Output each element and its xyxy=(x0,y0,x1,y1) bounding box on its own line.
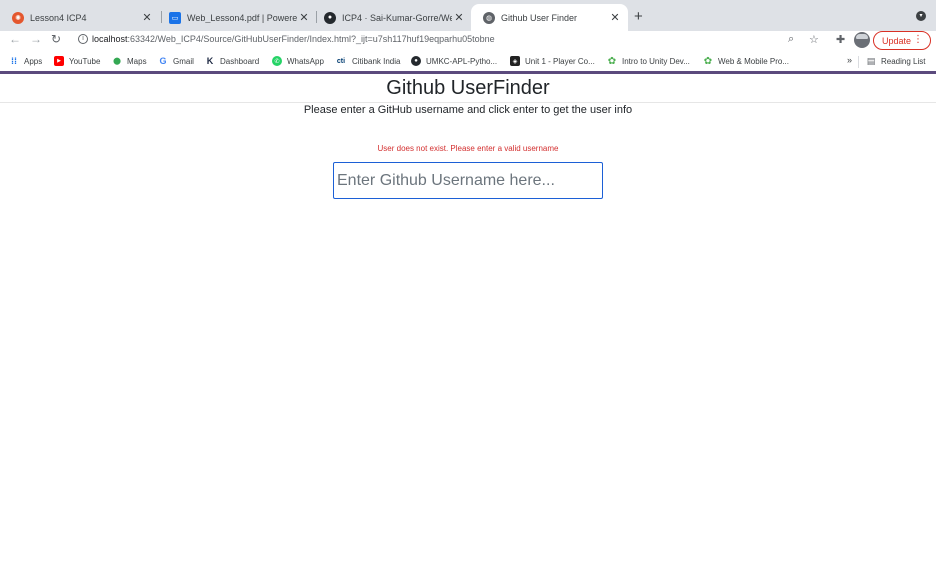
maps-pin-icon: ⬤ xyxy=(113,58,121,65)
reading-list-button[interactable]: ▤ Reading List xyxy=(866,55,926,66)
page-title: Github UserFinder xyxy=(386,77,550,99)
globe-icon: ◍ xyxy=(483,11,495,24)
back-arrow-icon[interactable]: ← xyxy=(9,32,21,46)
bookmark-label: Citibank India xyxy=(352,56,401,66)
bookmark-label: Web & Mobile Pro... xyxy=(718,56,789,66)
bookmark-label: Dashboard xyxy=(220,56,260,66)
tab-lesson4[interactable]: ✺ Lesson4 ICP4 ✕ xyxy=(0,4,160,31)
tab-title: Lesson4 ICP4 xyxy=(30,12,87,23)
bookmark-intro-unity[interactable]: ✿ Intro to Unity Dev... xyxy=(607,55,690,67)
tab-pdf[interactable]: ▭ Web_Lesson4.pdf | Powered b ✕ xyxy=(157,4,317,31)
github-icon: ● xyxy=(324,11,336,24)
bookmarks-separator xyxy=(858,56,859,68)
bookmark-gmail[interactable]: G Gmail xyxy=(158,56,194,66)
extensions-puzzle-icon[interactable]: ✚ xyxy=(836,33,845,46)
pdf-viewer-icon: ▭ xyxy=(169,11,181,24)
avatar-hat xyxy=(856,34,868,39)
page-header: Github UserFinder xyxy=(0,74,936,103)
bookmark-youtube[interactable]: ▶ YouTube xyxy=(54,56,100,66)
apps-grid-icon: ⁞⁞ xyxy=(11,56,17,66)
tab-github-repo[interactable]: ● ICP4 · Sai-Kumar-Gorre/Web-a ✕ xyxy=(312,4,472,31)
address-bar[interactable]: i localhost:63342/Web_ICP4/Source/GitHub… xyxy=(72,31,862,51)
close-icon[interactable]: ✕ xyxy=(608,11,622,24)
canvas-icon: ✺ xyxy=(12,11,24,24)
unity-learn-icon: ✿ xyxy=(703,55,713,67)
tab-title: Web_Lesson4.pdf | Powered b xyxy=(187,12,297,23)
instruction-text: Please enter a GitHub username and click… xyxy=(303,104,633,116)
bookmark-label: WhatsApp xyxy=(287,56,324,66)
update-label: Update xyxy=(882,35,912,46)
github-icon: ● xyxy=(411,56,421,66)
reload-icon[interactable]: ↻ xyxy=(51,32,61,46)
url-text[interactable]: localhost:63342/Web_ICP4/Source/GitHubUs… xyxy=(92,34,495,44)
tab-search-chevron-icon[interactable]: ▾ xyxy=(916,11,926,21)
zoom-search-icon[interactable]: ⌕ xyxy=(788,33,794,46)
youtube-icon: ▶ xyxy=(54,56,64,66)
browser-toolbar: ← → ↻ i localhost:63342/Web_ICP4/Source/… xyxy=(0,31,936,52)
tab-title: ICP4 · Sai-Kumar-Gorre/Web-a xyxy=(342,12,452,23)
reading-list-label: Reading List xyxy=(881,56,926,66)
tab-strip: ✺ Lesson4 ICP4 ✕ ▭ Web_Lesson4.pdf | Pow… xyxy=(0,0,936,31)
more-bookmarks-chevron-icon[interactable]: » xyxy=(847,55,852,65)
bookmark-unit1[interactable]: ◈ Unit 1 - Player Co... xyxy=(510,56,595,66)
update-button[interactable]: Update ⋮ xyxy=(873,31,931,50)
more-vertical-icon[interactable]: ⋮ xyxy=(913,34,923,45)
dashboard-icon: K xyxy=(206,56,214,66)
new-tab-plus-icon[interactable]: + xyxy=(634,8,643,25)
bookmark-web-mobile[interactable]: ✿ Web & Mobile Pro... xyxy=(703,55,789,67)
bookmark-label: Unit 1 - Player Co... xyxy=(525,56,595,66)
bookmark-maps[interactable]: ⬤ Maps xyxy=(112,56,147,66)
unity-learn-icon: ✿ xyxy=(607,55,617,67)
bookmark-label: Maps xyxy=(127,56,147,66)
close-icon[interactable]: ✕ xyxy=(140,11,154,24)
citi-icon: cti xyxy=(336,57,346,65)
site-info-icon[interactable]: i xyxy=(78,34,88,44)
close-icon[interactable]: ✕ xyxy=(452,11,466,24)
bookmarks-bar: ⁞⁞ Apps ▶ YouTube ⬤ Maps G Gmail K Dashb… xyxy=(0,52,936,71)
error-message: User does not exist. Please enter a vali… xyxy=(377,144,559,153)
bookmark-label: Intro to Unity Dev... xyxy=(622,56,690,66)
page-content: Github UserFinder Please enter a GitHub … xyxy=(0,74,936,586)
profile-avatar[interactable] xyxy=(854,32,870,48)
bookmark-citibank[interactable]: cti Citibank India xyxy=(335,56,401,66)
bookmark-whatsapp[interactable]: ✆ WhatsApp xyxy=(272,56,324,66)
forward-arrow-icon[interactable]: → xyxy=(30,32,42,46)
bookmark-umkc-github[interactable]: ● UMKC-APL-Pytho... xyxy=(411,56,497,66)
bookmark-apps[interactable]: ⁞⁞ Apps xyxy=(9,56,42,66)
tab-title: Github User Finder xyxy=(501,12,578,23)
bookmark-star-icon[interactable]: ☆ xyxy=(809,33,819,46)
bookmark-label: UMKC-APL-Pytho... xyxy=(426,56,498,66)
reading-list-icon: ▤ xyxy=(866,55,876,66)
url-path: :63342/Web_ICP4/Source/GitHubUserFinder/… xyxy=(127,34,495,44)
url-host: localhost xyxy=(92,34,128,44)
bookmark-label: Apps xyxy=(24,56,43,66)
bookmark-label: Gmail xyxy=(173,56,194,66)
close-icon[interactable]: ✕ xyxy=(297,11,311,24)
bookmark-dashboard[interactable]: K Dashboard xyxy=(205,56,259,66)
bookmark-label: YouTube xyxy=(69,56,101,66)
google-icon: G xyxy=(159,56,167,66)
tab-github-user-finder[interactable]: ◍ Github User Finder ✕ xyxy=(471,4,628,31)
whatsapp-icon: ✆ xyxy=(272,56,282,66)
unity-icon: ◈ xyxy=(510,56,520,66)
username-input[interactable] xyxy=(333,162,603,199)
